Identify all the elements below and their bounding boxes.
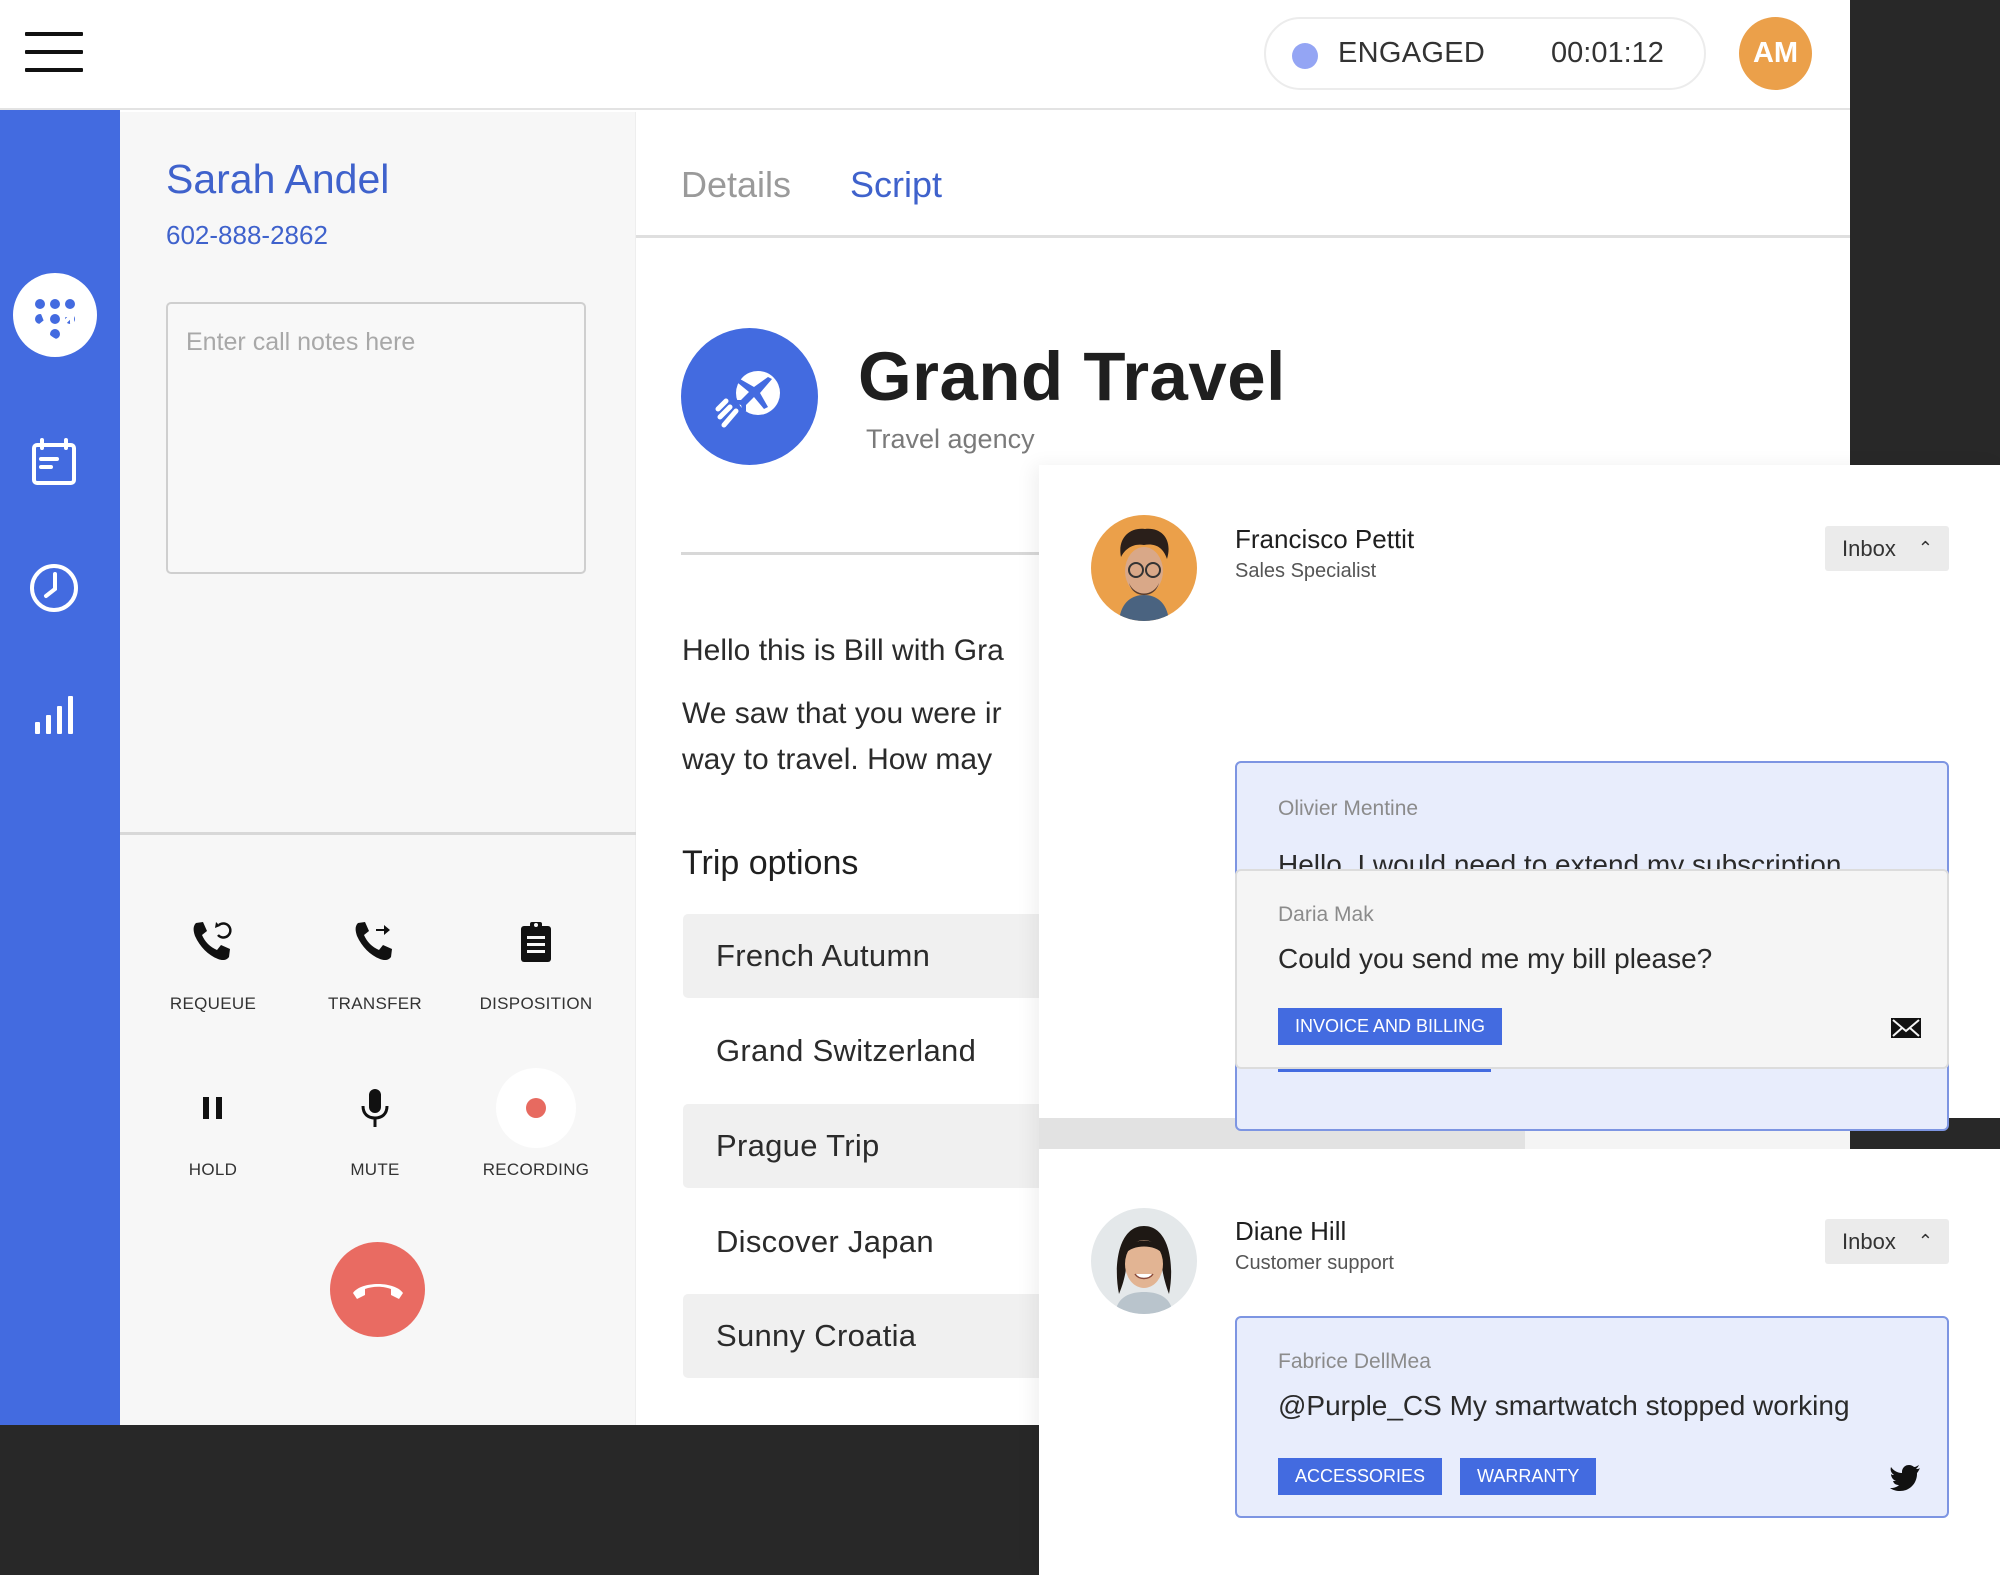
script-paragraph: way to travel. How may: [682, 743, 993, 776]
sidebar-item-calendar[interactable]: [24, 432, 84, 492]
agent-avatar: [1091, 515, 1197, 621]
disposition-button[interactable]: DISPOSITION: [446, 912, 626, 1014]
recording-button[interactable]: RECORDING: [446, 1068, 626, 1180]
call-notes-input[interactable]: [166, 302, 586, 574]
hold-button[interactable]: HOLD: [123, 1078, 303, 1180]
chevron-up-icon: ⌃: [1917, 538, 1933, 558]
transfer-icon: [355, 922, 392, 961]
agent-avatar: [1091, 1208, 1197, 1314]
transfer-button[interactable]: TRANSFER: [285, 912, 465, 1014]
agent-role: Sales Specialist: [1235, 560, 1377, 582]
record-icon: [496, 1068, 576, 1148]
tab-details[interactable]: Details: [681, 164, 791, 206]
user-avatar[interactable]: AM: [1739, 17, 1812, 90]
clock-icon: [30, 564, 78, 612]
twitter-icon: [1889, 1460, 1923, 1494]
contact-phone[interactable]: 602-888-2862: [166, 220, 328, 251]
disposition-label: DISPOSITION: [479, 994, 593, 1013]
sidebar: [0, 110, 120, 1425]
outgoing-call-icon: [28, 309, 74, 356]
trip-options-title: Trip options: [682, 844, 859, 882]
message-card[interactable]: Fabrice DellMea @Purple_CS My smartwatch…: [1235, 1316, 1949, 1518]
contact-name[interactable]: Sarah Andel: [166, 156, 389, 203]
requeue-label: REQUEUE: [169, 994, 257, 1013]
message-text: @Purple_CS My smartwatch stopped working: [1278, 1390, 1850, 1421]
requeue-icon: [193, 922, 232, 961]
email-icon: [1889, 1010, 1923, 1044]
tab-bar: Details Script: [636, 112, 1850, 238]
inbox-dropdown[interactable]: Inbox ⌃: [1825, 526, 1949, 571]
sidebar-item-reports[interactable]: [24, 684, 84, 744]
divider: [120, 832, 636, 835]
company-name: Grand Travel: [858, 338, 1286, 415]
sidebar-item-history[interactable]: [24, 558, 84, 618]
inbox-label: Inbox: [1842, 1229, 1896, 1254]
call-timer: 00:01:12: [1551, 37, 1664, 69]
script-paragraph: We saw that you were ir: [682, 697, 1002, 730]
agent-name: Diane Hill: [1235, 1216, 1347, 1246]
agent-name: Francisco Pettit: [1235, 524, 1415, 554]
inbox-dropdown[interactable]: Inbox ⌃: [1825, 1219, 1949, 1264]
tab-script[interactable]: Script: [850, 164, 942, 206]
calendar-icon: [32, 438, 76, 485]
mute-label: MUTE: [350, 1160, 400, 1179]
inbox-label: Inbox: [1842, 536, 1896, 561]
message-tag[interactable]: INVOICE AND BILLING: [1278, 1008, 1503, 1045]
company-type: Travel agency: [866, 424, 1035, 454]
hang-up-button[interactable]: [330, 1242, 425, 1337]
sidebar-item-calls[interactable]: [24, 305, 84, 365]
airplane-icon: [715, 370, 780, 427]
recording-label: RECORDING: [482, 1160, 590, 1179]
top-bar: ENGAGED 00:01:12 AM: [0, 0, 1850, 110]
message-tag[interactable]: ACCESSORIES: [1278, 1458, 1443, 1495]
pause-icon: [203, 1097, 222, 1119]
bar-chart-icon: [35, 696, 73, 734]
contact-panel: Sarah Andel 602-888-2862 REQUEUE TRANSF: [120, 112, 636, 1425]
message-tag[interactable]: WARRANTY: [1460, 1458, 1597, 1495]
message-card[interactable]: Daria Mak Could you send me my bill plea…: [1235, 869, 1949, 1069]
message-sender: Daria Mak: [1278, 903, 1374, 926]
transfer-label: TRANSFER: [327, 994, 422, 1013]
hamburger-menu-icon[interactable]: [25, 32, 83, 74]
hold-label: HOLD: [188, 1160, 238, 1179]
agent-role: Customer support: [1235, 1252, 1394, 1274]
hang-up-icon: [352, 1283, 403, 1299]
message-sender: Olivier Mentine: [1278, 797, 1419, 820]
chevron-up-icon: ⌃: [1917, 1231, 1933, 1251]
script-paragraph: Hello this is Bill with Gra: [682, 634, 1004, 667]
message-sender: Fabrice DellMea: [1278, 1350, 1431, 1373]
agent-status-pill[interactable]: ENGAGED 00:01:12: [1264, 17, 1706, 90]
microphone-icon: [361, 1089, 389, 1127]
requeue-button[interactable]: REQUEUE: [123, 912, 303, 1014]
status-dot-icon: [1292, 43, 1318, 69]
clipboard-icon: [521, 922, 551, 962]
company-logo: [681, 328, 818, 465]
message-text: Could you send me my bill please?: [1278, 943, 1713, 974]
status-label: ENGAGED: [1338, 37, 1486, 69]
mute-button[interactable]: MUTE: [285, 1078, 465, 1180]
